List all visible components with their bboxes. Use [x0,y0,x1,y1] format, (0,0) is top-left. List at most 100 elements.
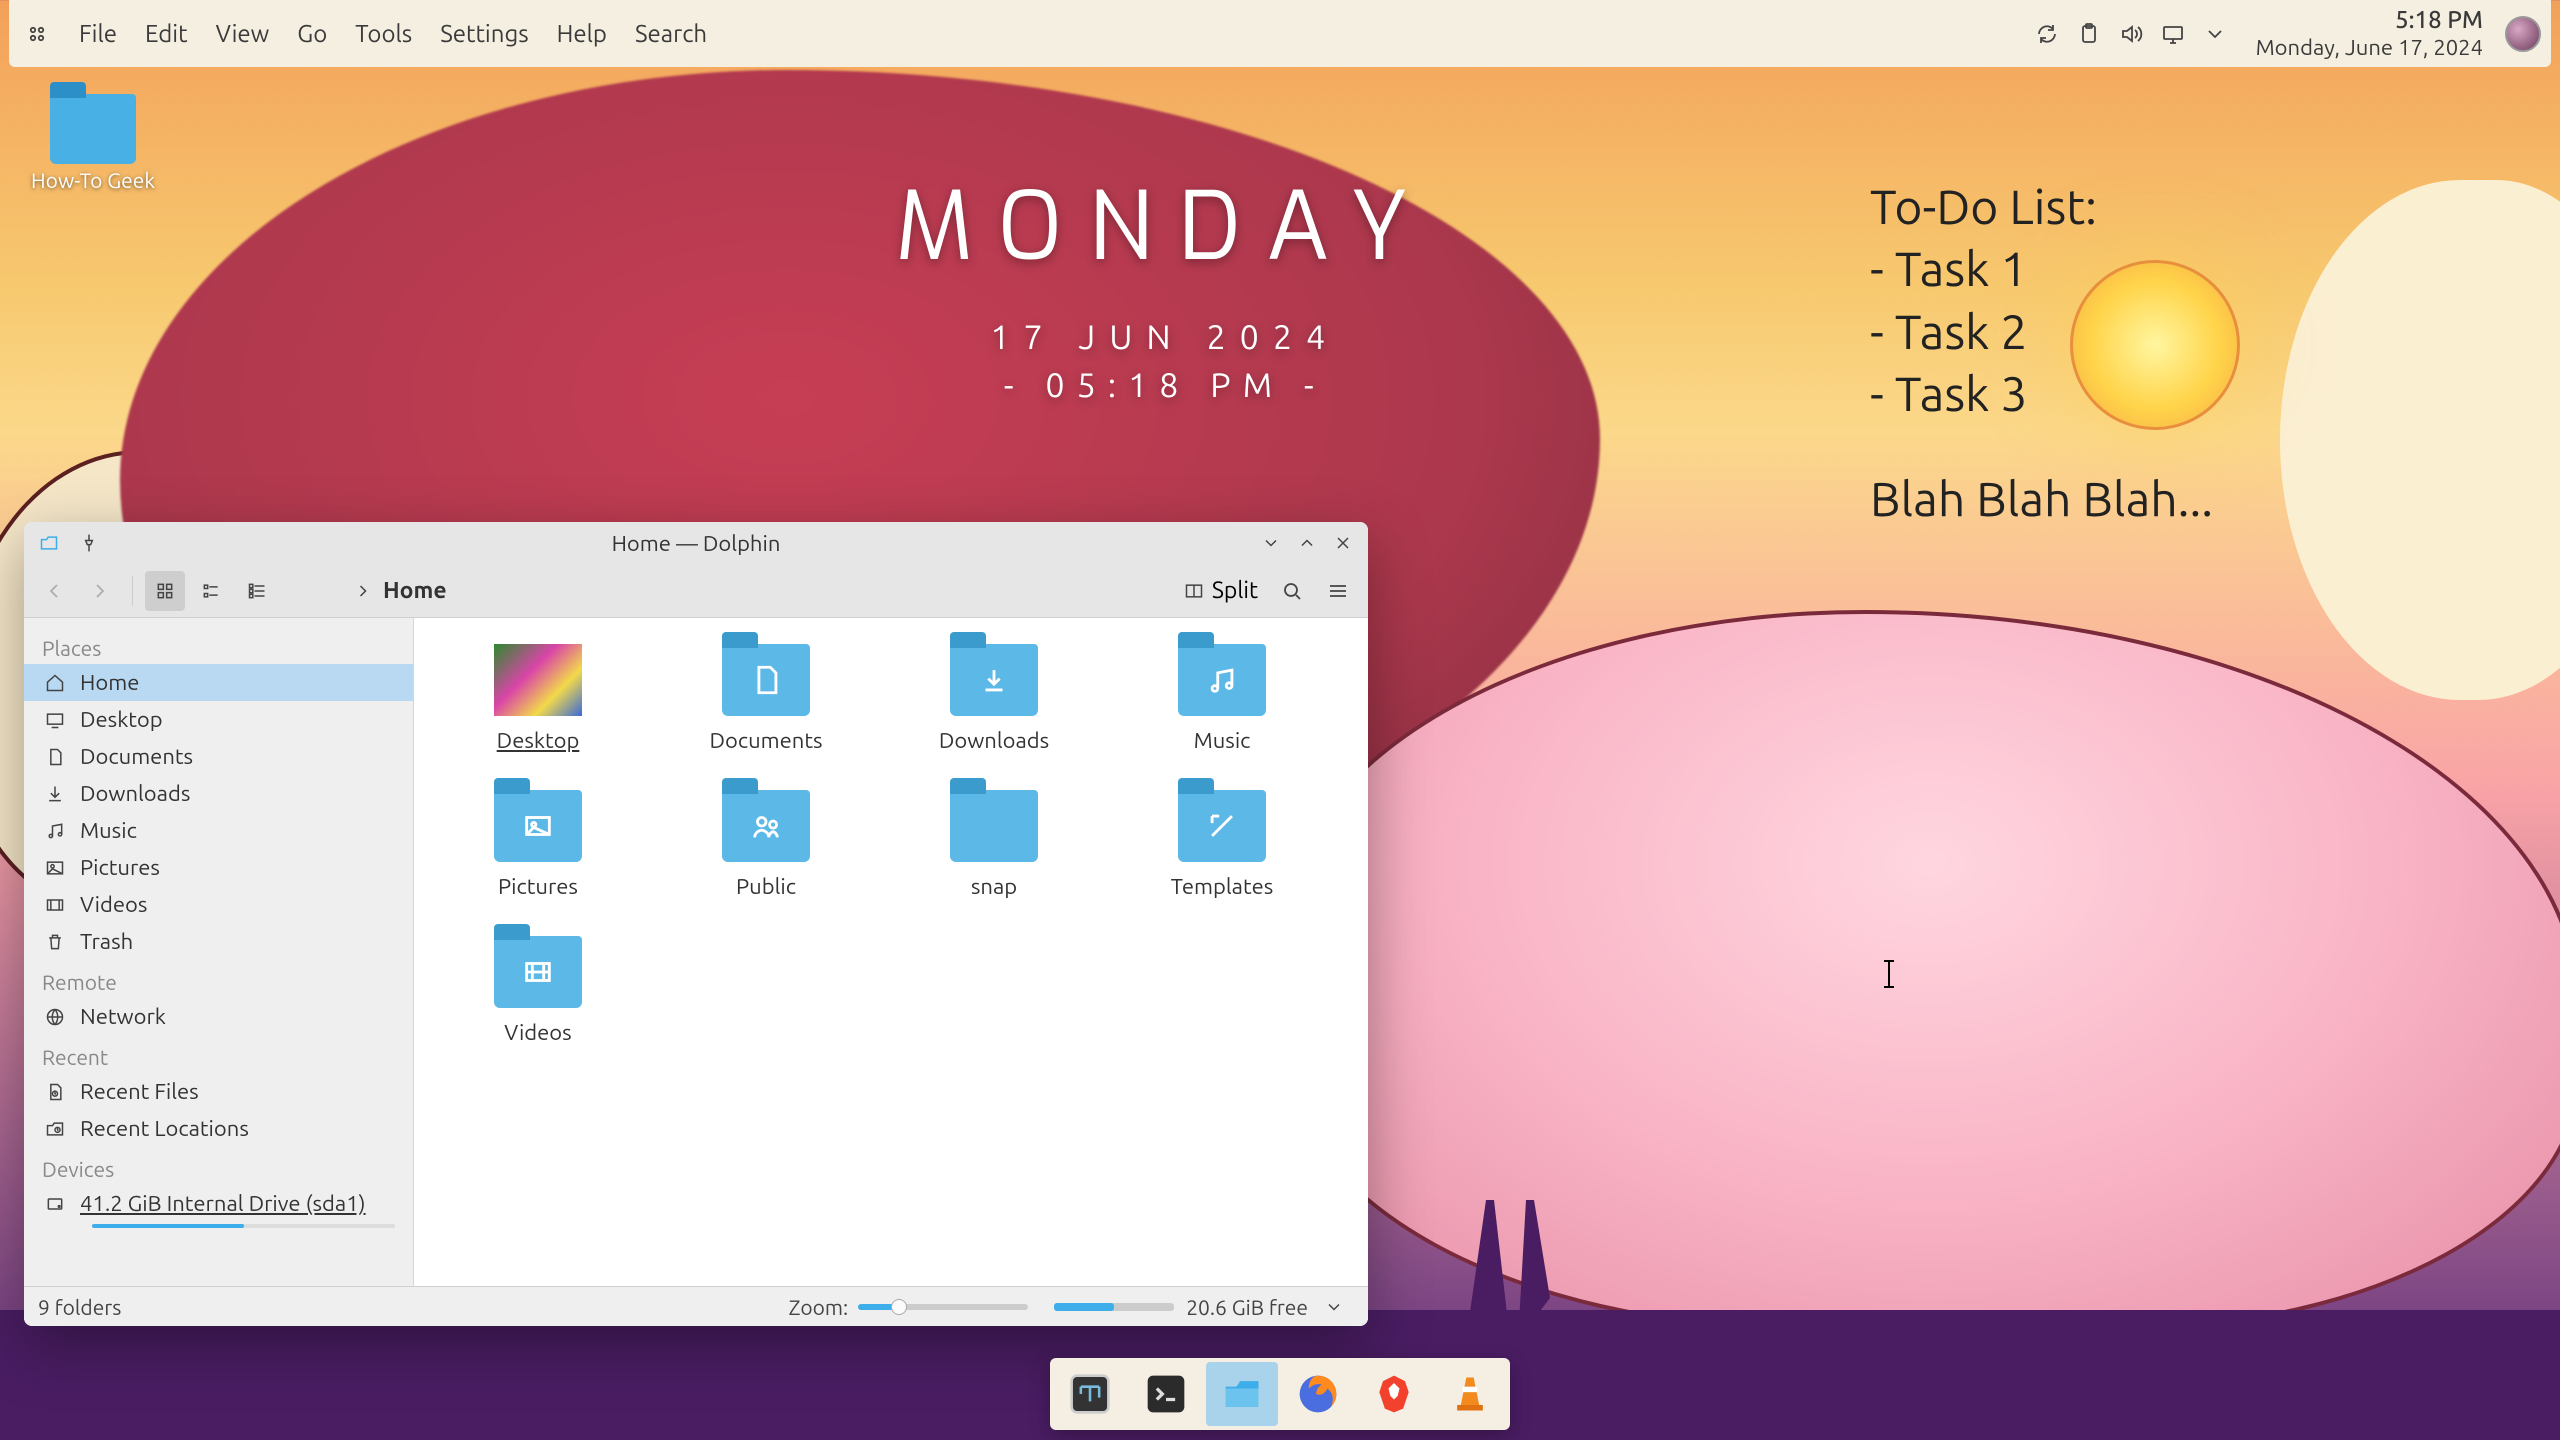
menu-settings[interactable]: Settings [426,14,542,53]
window-titlebar[interactable]: Home — Dolphin [24,522,1368,564]
dock-item-brave[interactable] [1358,1362,1430,1426]
maximize-button[interactable] [1290,526,1324,560]
todo-item: - Task 1 [1870,238,2213,300]
breadcrumb-home[interactable]: Home [383,578,447,603]
split-view-button[interactable]: Split [1176,574,1266,607]
dock-item-vlc[interactable] [1434,1362,1506,1426]
sidebar-item-desktop[interactable]: Desktop [24,701,413,738]
network-icon [42,1007,68,1027]
videos-icon [42,895,68,915]
forward-button[interactable] [80,571,120,611]
recent-files-icon [42,1082,68,1102]
chevron-down-icon[interactable] [1314,1287,1354,1327]
details-view-button[interactable] [237,571,277,611]
wallpaper-cloud [1280,610,2560,1330]
start-menu-button[interactable] [19,16,55,52]
todo-item: - Task 2 [1870,301,2213,363]
file-item-pictures[interactable]: Pictures [424,784,652,930]
desktop-icon-label: How-To Geek [28,168,158,192]
sidebar-item-videos[interactable]: Videos [24,886,413,923]
minimize-button[interactable] [1254,526,1288,560]
file-item-snap[interactable]: snap [880,784,1108,930]
window-toolbar: Home Split [24,564,1368,618]
folder-icon [1178,790,1266,862]
zoom-slider[interactable] [858,1304,1028,1310]
panel-clock[interactable]: 5:18 PM Monday, June 17, 2024 [2256,6,2483,61]
sidebar-item-internal-drive[interactable]: 41.2 GiB Internal Drive (sda1) [24,1185,413,1222]
menu-help[interactable]: Help [543,14,621,53]
sidebar-item-trash[interactable]: Trash [24,923,413,960]
todo-item: - Task 3 [1870,363,2213,425]
dock [1050,1358,1510,1430]
compact-view-button[interactable] [191,571,231,611]
status-disk-free: 20.6 GiB free [1186,1295,1308,1319]
user-avatar[interactable] [2505,16,2541,52]
folder-icon [950,644,1038,716]
folder-icon [494,936,582,1008]
wallpaper-cloud [2280,180,2560,700]
file-item-desktop[interactable]: Desktop [424,638,652,784]
sidebar-section-devices: Devices [24,1147,413,1185]
sidebar: Places Home Desktop Documents Downloads … [24,618,414,1286]
folder-icon [722,790,810,862]
recent-locations-icon [42,1119,68,1139]
clock-widget: MONDAY 17 JUN 2024 - 05:18 PM - [895,165,1435,404]
menu-tools[interactable]: Tools [341,14,426,53]
sidebar-item-pictures[interactable]: Pictures [24,849,413,886]
music-icon [42,821,68,841]
pin-icon[interactable] [72,526,106,560]
zoom-label: Zoom: [789,1295,849,1319]
sidebar-item-downloads[interactable]: Downloads [24,775,413,812]
sidebar-item-home[interactable]: Home [24,664,413,701]
folder-icon [50,94,136,164]
search-button[interactable] [1272,571,1312,611]
menu-edit[interactable]: Edit [131,14,202,53]
file-item-public[interactable]: Public [652,784,880,930]
dock-item-settings[interactable] [1054,1362,1126,1426]
volume-icon[interactable] [2110,13,2152,55]
todo-widget[interactable]: To-Do List: - Task 1 - Task 2 - Task 3 B… [1870,176,2213,530]
top-panel: File Edit View Go Tools Settings Help Se… [9,0,2551,67]
chevron-down-icon[interactable] [2194,13,2236,55]
dock-item-files[interactable] [1206,1362,1278,1426]
trash-icon [42,932,68,952]
home-icon [42,673,68,693]
status-folder-count: 9 folders [38,1295,121,1319]
sidebar-section-recent: Recent [24,1035,413,1073]
dock-item-terminal[interactable] [1130,1362,1202,1426]
icons-view-button[interactable] [145,571,185,611]
menu-view[interactable]: View [202,14,284,53]
file-grid[interactable]: Desktop Documents Downloads Music Pictur… [414,618,1368,1286]
menu-file[interactable]: File [65,14,131,53]
sidebar-item-network[interactable]: Network [24,998,413,1035]
dock-item-firefox[interactable] [1282,1362,1354,1426]
clipboard-icon[interactable] [2068,13,2110,55]
sidebar-item-music[interactable]: Music [24,812,413,849]
file-item-videos[interactable]: Videos [424,930,652,1076]
file-item-downloads[interactable]: Downloads [880,638,1108,784]
hamburger-menu-button[interactable] [1318,571,1358,611]
documents-icon [42,747,68,767]
downloads-icon [42,784,68,804]
widget-dayofweek: MONDAY [895,165,1435,290]
window-title: Home — Dolphin [24,531,1368,556]
statusbar: 9 folders Zoom: 20.6 GiB free [24,1286,1368,1326]
display-icon[interactable] [2152,13,2194,55]
panel-date: Monday, June 17, 2024 [2256,35,2483,61]
file-item-documents[interactable]: Documents [652,638,880,784]
file-item-templates[interactable]: Templates [1108,784,1336,930]
desktop-icon [42,710,68,730]
sidebar-item-recent-locations[interactable]: Recent Locations [24,1110,413,1147]
breadcrumb[interactable]: Home [283,578,1170,603]
menu-search[interactable]: Search [621,14,721,53]
desktop-icon-howtogeek[interactable]: How-To Geek [28,94,158,192]
folder-icon [1178,644,1266,716]
sidebar-item-documents[interactable]: Documents [24,738,413,775]
text-cursor [1888,960,1890,988]
back-button[interactable] [34,571,74,611]
sidebar-item-recent-files[interactable]: Recent Files [24,1073,413,1110]
close-button[interactable] [1326,526,1360,560]
file-item-music[interactable]: Music [1108,638,1336,784]
refresh-icon[interactable] [2026,13,2068,55]
menu-go[interactable]: Go [283,14,341,53]
